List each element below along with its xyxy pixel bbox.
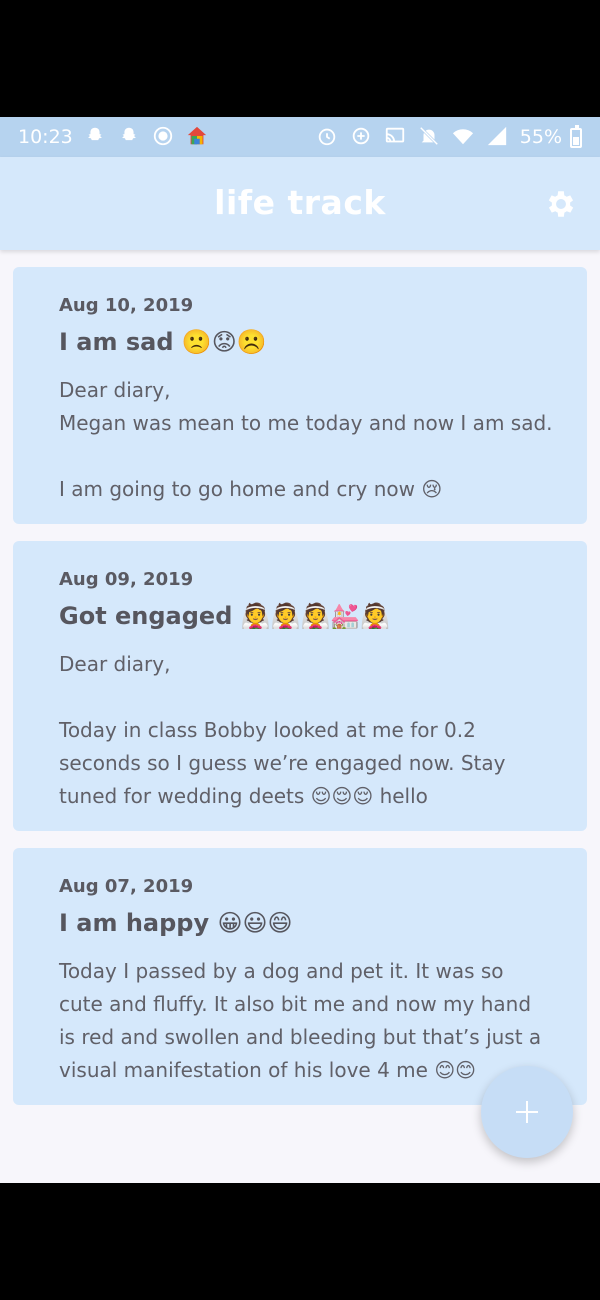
entry-date: Aug 09, 2019 [59,569,194,590]
entry-body: Today I passed by a dog and pet it. It w… [59,959,548,1082]
entry-date: Aug 10, 2019 [59,295,194,316]
status-bar: 10:23 55% [0,117,600,157]
diary-entry-card[interactable]: Aug 10, 2019 I am sad 🙁😟☹️ Dear diary, M… [13,267,587,524]
alarm-icon [318,128,336,146]
wifi-icon [452,129,474,145]
entry-title: I am happy 😀😃😄 [59,909,293,937]
diary-entry-card[interactable]: Aug 07, 2019 I am happy 😀😃😄 Today I pass… [13,848,587,1105]
entry-body: Dear diary, Megan was mean to me today a… [59,378,553,501]
data-saver-icon [352,127,370,145]
diary-entry-card[interactable]: Aug 09, 2019 Got engaged 👰👰👰💒👰 Dear diar… [13,541,587,831]
battery-icon [570,125,582,148]
entry-title: Got engaged 👰👰👰💒👰 [59,602,391,630]
gear-icon[interactable] [544,187,578,221]
entry-body: Dear diary, Today in class Bobby looked … [59,652,506,808]
battery-percent: 55% [519,126,562,148]
app-bar: life track [0,157,600,250]
record-icon [153,126,173,146]
signal-icon [487,126,507,146]
system-icons [316,125,508,147]
app-title: life track [214,183,386,222]
diary-entry-list: Aug 10, 2019 I am sad 🙁😟☹️ Dear diary, M… [13,267,587,1122]
entry-title: I am sad 🙁😟☹️ [59,328,267,356]
home-app-icon [187,126,207,145]
status-time: 10:23 [18,126,73,148]
snapchat-icon [122,127,136,141]
snapchat-icon [88,127,102,141]
app-screen: 10:23 55% life track Aug 10, 2019 I am s… [0,117,600,1183]
cast-icon [385,127,405,143]
mute-icon [419,126,439,146]
add-entry-button[interactable] [481,1066,573,1158]
entry-date: Aug 07, 2019 [59,876,194,897]
notification-icons [84,125,208,147]
